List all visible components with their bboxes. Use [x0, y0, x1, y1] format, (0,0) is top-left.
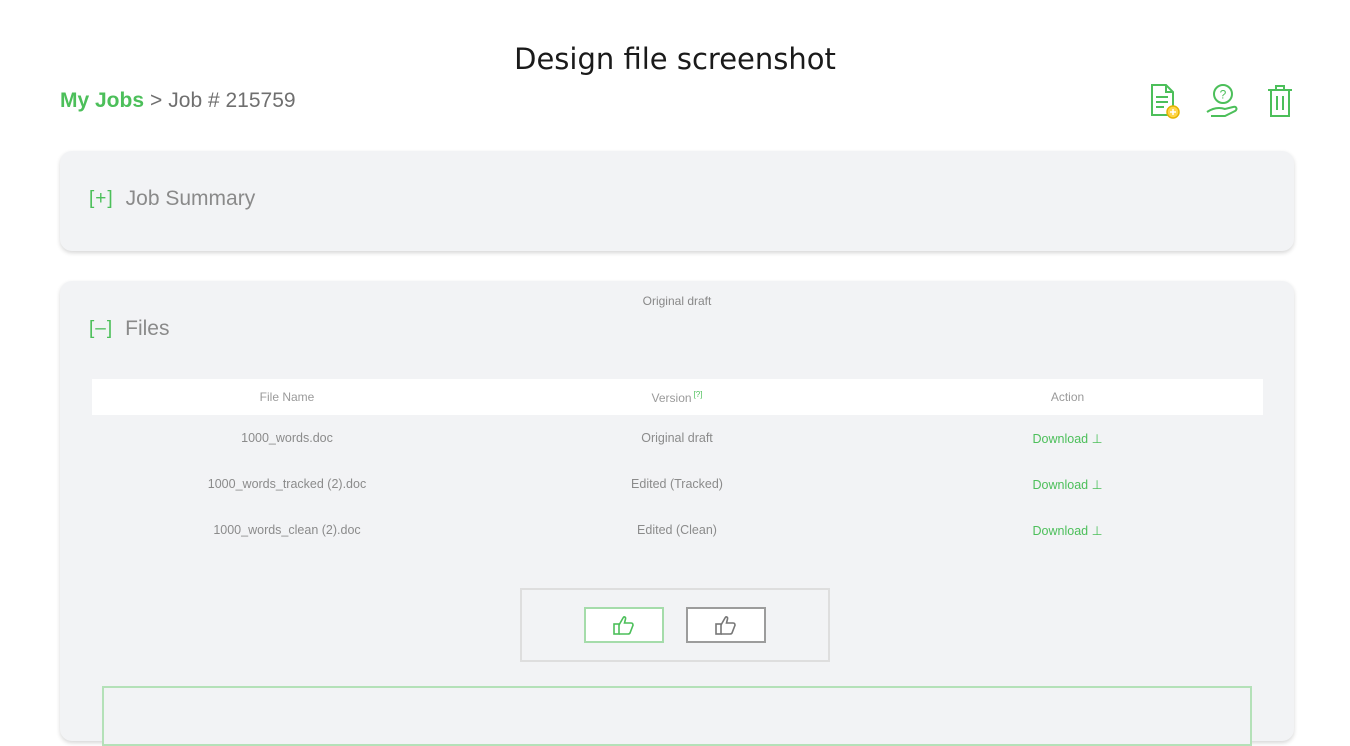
version-caption: Original draft — [642, 294, 712, 308]
file-name-cell: 1000_words_clean (2).doc — [213, 523, 361, 537]
support-hand-icon[interactable]: ? — [1202, 81, 1242, 121]
file-name-cell: 1000_words_tracked (2).doc — [207, 477, 367, 491]
column-header-file-name: File Name — [259, 390, 315, 404]
version-cell: Edited (Clean) — [637, 523, 717, 537]
version-cell: Edited (Tracked) — [631, 477, 723, 491]
column-header-version-label: Version — [651, 390, 692, 405]
column-header-version: Version [?] — [482, 390, 872, 405]
breadcrumb-separator: > — [150, 89, 163, 112]
table-header: File Name Version [?] Action — [92, 379, 1263, 415]
version-help-link[interactable]: [?] — [694, 390, 703, 399]
download-link[interactable]: Download ⊥ — [1033, 432, 1103, 446]
files-title: Files — [125, 317, 170, 340]
files-panel: Original draft [–] Files File Name Versi… — [60, 281, 1294, 746]
job-summary-panel: [+] Job Summary — [60, 151, 1294, 251]
header-actions: ? — [1144, 81, 1300, 121]
thumbs-down-button[interactable] — [686, 607, 766, 643]
job-summary-title: Job Summary — [125, 187, 256, 210]
svg-text:?: ? — [1220, 88, 1227, 102]
thumbs-up-icon — [613, 616, 634, 635]
trash-icon[interactable] — [1260, 81, 1300, 121]
comment-box[interactable] — [102, 686, 1252, 746]
breadcrumb-my-jobs-link[interactable]: My Jobs — [60, 89, 144, 113]
breadcrumb: My Jobs > Job # 215759 — [60, 89, 296, 113]
table-row: 1000_words_tracked (2).doc Edited (Track… — [92, 461, 1263, 507]
column-header-action: Action — [1050, 390, 1085, 404]
table-row: 1000_words.doc Original draft Download ⊥ — [92, 415, 1263, 461]
download-link[interactable]: Download ⊥ — [1033, 524, 1103, 538]
version-cell: Original draft — [641, 431, 713, 445]
screenshot-caption: Design file screenshot — [514, 42, 836, 76]
file-name-cell: 1000_words.doc — [241, 431, 333, 445]
document-edit-icon[interactable] — [1144, 81, 1184, 121]
table-row: 1000_words_clean (2).doc Edited (Clean) … — [92, 507, 1263, 553]
collapse-toggle[interactable]: [–] — [89, 318, 113, 340]
download-link[interactable]: Download ⊥ — [1033, 478, 1103, 492]
files-header[interactable]: [–] Files — [89, 317, 169, 341]
thumbs-down-icon — [715, 616, 736, 635]
feedback-box — [520, 588, 830, 662]
job-summary-header[interactable]: [+] Job Summary — [89, 187, 255, 211]
files-table: File Name Version [?] Action 1000_words.d… — [92, 379, 1263, 553]
thumbs-up-button[interactable] — [584, 607, 664, 643]
breadcrumb-current-job: Job # 215759 — [168, 89, 296, 112]
expand-toggle[interactable]: [+] — [89, 188, 114, 210]
